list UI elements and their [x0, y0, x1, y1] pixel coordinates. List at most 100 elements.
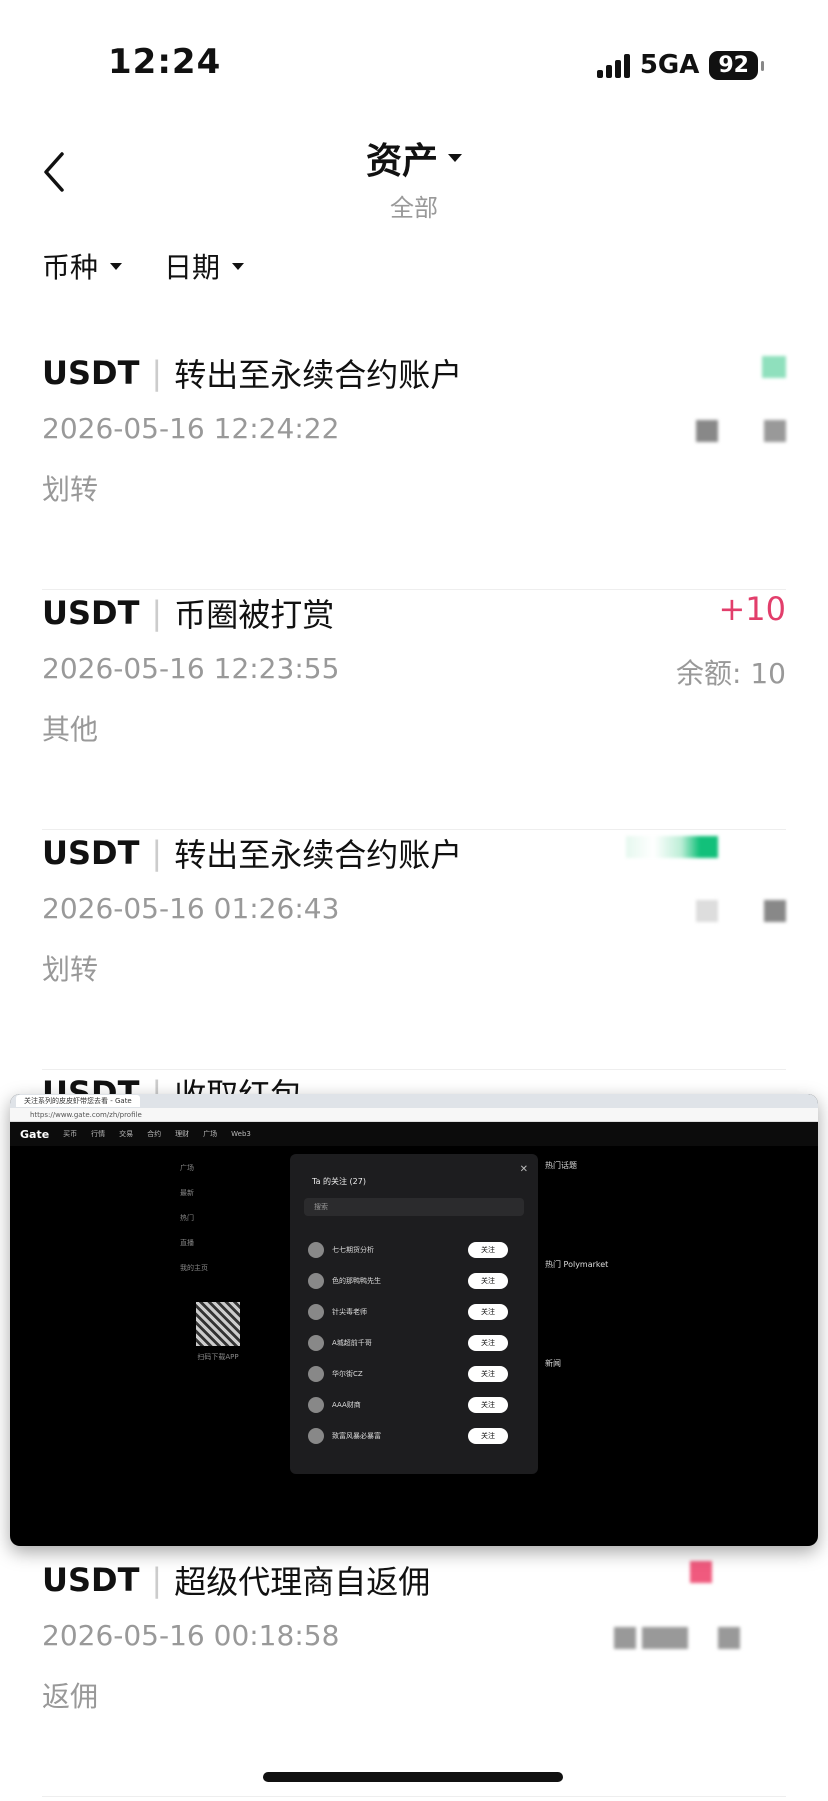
topic-item[interactable]: [545, 1179, 685, 1199]
divider: |: [151, 594, 163, 632]
record-time: 2026-05-16 01:26:43: [42, 892, 340, 925]
market-item[interactable]: [545, 1278, 685, 1298]
nav-item[interactable]: 买币: [63, 1129, 77, 1139]
record-amount: +10: [718, 590, 786, 628]
filter-date[interactable]: 日期: [164, 246, 245, 286]
record-type: 返佣: [42, 1680, 99, 1713]
follow-button[interactable]: 关注: [468, 1396, 508, 1413]
header: 资产 全部: [0, 132, 828, 223]
right-panel: 热门话题 热门 Polymarket 新闻: [545, 1160, 685, 1377]
redacted-amount: [690, 1561, 712, 1583]
redacted-amount: [626, 836, 718, 858]
redacted-balance: [642, 1627, 688, 1649]
site-nav: Gate 买币 行情 交易 合约 理财 广场 Web3: [10, 1122, 818, 1146]
user-name: 针尖毒老师: [332, 1307, 367, 1316]
redacted-balance: [696, 900, 718, 922]
user-name: 七七期货分析: [332, 1245, 374, 1254]
sidebar-item[interactable]: 广场: [180, 1156, 208, 1181]
qr-code-icon: [196, 1302, 240, 1346]
nav-item[interactable]: 合约: [147, 1129, 161, 1139]
list-item[interactable]: 色的那鸭鸭先生 关注: [308, 1265, 508, 1296]
market-item[interactable]: [545, 1298, 685, 1318]
close-icon[interactable]: ✕: [520, 1164, 528, 1175]
nav-item[interactable]: 交易: [119, 1129, 133, 1139]
filter-currency[interactable]: 币种: [42, 246, 123, 286]
page-subtitle: 全部: [390, 194, 438, 222]
avatar: [308, 1241, 324, 1258]
avatar: [308, 1334, 324, 1351]
avatar: [308, 1365, 324, 1382]
market-item[interactable]: [545, 1318, 685, 1338]
home-indicator[interactable]: [263, 1772, 563, 1782]
chevron-down-icon: [448, 154, 462, 162]
record-description: 转出至永续合约账户: [174, 836, 463, 874]
list-item[interactable]: 七七期货分析 关注: [308, 1234, 508, 1265]
avatar: [308, 1427, 324, 1444]
record-description: 超级代理商自返佣: [174, 1563, 431, 1601]
record-description: 币圈被打赏: [174, 596, 335, 634]
follow-button[interactable]: 关注: [468, 1303, 508, 1320]
chevron-down-icon: [232, 262, 245, 270]
follow-button[interactable]: 关注: [468, 1272, 508, 1289]
list-item[interactable]: USDT | 超级代理商自返佣 2026-05-16 00:18:58 返佣: [42, 1557, 786, 1797]
record-balance: 余额: 10: [676, 657, 786, 690]
record-time: 2026-05-16 12:24:22: [42, 412, 340, 445]
redacted-amount: [762, 356, 786, 378]
chevron-down-icon: [110, 262, 123, 270]
browser-address-bar[interactable]: https://www.gate.com/zh/profile: [10, 1108, 818, 1122]
redacted-balance: [614, 1627, 636, 1649]
site-sidebar: 广场 最新 热门 直播 我的主页: [180, 1156, 208, 1281]
user-name: 华尔街CZ: [332, 1369, 363, 1378]
sidebar-item[interactable]: 热门: [180, 1206, 208, 1231]
topic-item[interactable]: [545, 1219, 685, 1239]
list-item[interactable]: A城超前千哥 关注: [308, 1327, 508, 1358]
download-app-card[interactable]: 扫码下载APP: [178, 1284, 258, 1374]
filter-bar: 币种 日期: [42, 246, 245, 286]
follow-button[interactable]: 关注: [468, 1241, 508, 1258]
search-input[interactable]: 搜索: [304, 1198, 524, 1216]
modal-title: Ta 的关注 (27): [312, 1177, 366, 1186]
list-item[interactable]: USDT | 转出至永续合约账户 2026-05-16 01:26:43 划转: [42, 830, 786, 1070]
record-type: 划转: [42, 473, 99, 506]
follow-button[interactable]: 关注: [468, 1334, 508, 1351]
page-title-dropdown[interactable]: 资产: [366, 132, 462, 184]
following-list: 七七期货分析 关注 色的那鸭鸭先生 关注 针尖毒老师 关注 A城超前千哥 关注 华尔街C…: [308, 1234, 508, 1451]
battery-icon: 92: [709, 50, 764, 80]
user-name: A城超前千哥: [332, 1338, 372, 1347]
gate-logo[interactable]: Gate: [20, 1128, 49, 1141]
list-item[interactable]: 华尔街CZ 关注: [308, 1358, 508, 1389]
divider: |: [151, 1561, 163, 1599]
browser-tab[interactable]: 关注系列的皮皮虾带您去看 - Gate: [16, 1095, 140, 1107]
nav-item[interactable]: 行情: [91, 1129, 105, 1139]
list-item[interactable]: 针尖毒老师 关注: [308, 1296, 508, 1327]
record-time: 2026-05-16 12:23:55: [42, 652, 340, 685]
sidebar-item[interactable]: 我的主页: [180, 1256, 208, 1281]
nav-item[interactable]: Web3: [231, 1130, 251, 1138]
follow-button[interactable]: 关注: [468, 1427, 508, 1444]
avatar: [308, 1272, 324, 1289]
nav-item[interactable]: 理财: [175, 1129, 189, 1139]
coin-symbol: USDT: [42, 1561, 140, 1599]
list-item[interactable]: USDT | 转出至永续合约账户 2026-05-16 12:24:22 划转: [42, 350, 786, 590]
user-name: 色的那鸭鸭先生: [332, 1276, 381, 1285]
coin-symbol: USDT: [42, 354, 140, 392]
topic-item[interactable]: [545, 1199, 685, 1219]
follow-button[interactable]: 关注: [468, 1365, 508, 1382]
sidebar-item[interactable]: 最新: [180, 1181, 208, 1206]
record-type: 划转: [42, 953, 99, 986]
filter-label: 币种: [42, 251, 99, 284]
browser-tabbar: 关注系列的皮皮虾带您去看 - Gate: [10, 1094, 818, 1108]
coin-symbol: USDT: [42, 834, 140, 872]
nav-item[interactable]: 广场: [203, 1129, 217, 1139]
filter-label: 日期: [164, 251, 221, 284]
record-description: 转出至永续合约账户: [174, 356, 463, 394]
embedded-screenshot: 关注系列的皮皮虾带您去看 - Gate https://www.gate.com…: [10, 1094, 818, 1546]
page-title: 资产: [365, 141, 438, 182]
status-indicators: 5GA 92: [596, 50, 764, 80]
list-item[interactable]: 致富风暴必暴富 关注: [308, 1420, 508, 1451]
list-item[interactable]: AAA财商 关注: [308, 1389, 508, 1420]
polymarket-heading: 热门 Polymarket: [545, 1260, 609, 1269]
list-item[interactable]: USDT | 币圈被打赏 +10 2026-05-16 12:23:55 余额:…: [42, 590, 786, 830]
redacted-balance: [764, 900, 786, 922]
sidebar-item[interactable]: 直播: [180, 1231, 208, 1256]
